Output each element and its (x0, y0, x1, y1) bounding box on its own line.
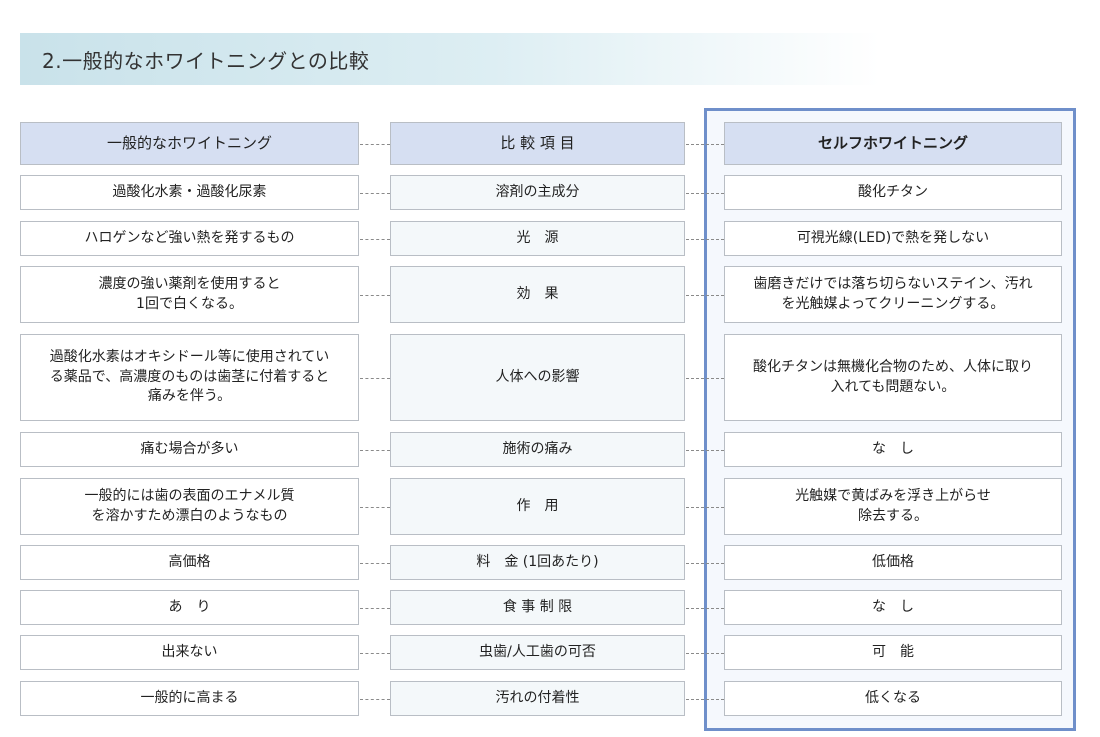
cell-self: 酸化チタンは無機化合物のため、人体に取り 入れても問題ない。 (724, 334, 1062, 421)
header-general: 一般的なホワイトニング (20, 122, 359, 165)
connector-line (360, 506, 390, 508)
cell-item: 料 金 (1回あたり) (390, 545, 685, 580)
cell-self: な し (724, 590, 1062, 625)
cell-general: 過酸化水素はオキシドール等に使用されてい る薬品で、高濃度のものは歯茎に付着する… (20, 334, 359, 421)
cell-item: 虫歯/人工歯の可否 (390, 635, 685, 670)
section-title: 2.一般的なホワイトニングとの比較 (42, 48, 370, 73)
connector-line (686, 607, 724, 609)
cell-general: 過酸化水素・過酸化尿素 (20, 175, 359, 210)
connector-line (686, 294, 724, 296)
connector-line (360, 238, 390, 240)
cell-general: 痛む場合が多い (20, 432, 359, 467)
cell-general: 濃度の強い薬剤を使用すると 1回で白くなる。 (20, 266, 359, 323)
cell-self: 酸化チタン (724, 175, 1062, 210)
cell-self: 低価格 (724, 545, 1062, 580)
cell-self: 歯磨きだけでは落ち切らないステイン、汚れ を光触媒よってクリーニングする。 (724, 266, 1062, 323)
section-title-bar: 2.一般的なホワイトニングとの比較 (20, 33, 880, 85)
cell-item: 食 事 制 限 (390, 590, 685, 625)
cell-general: 一般的に高まる (20, 681, 359, 716)
cell-item: 施術の痛み (390, 432, 685, 467)
header-self: セルフホワイトニング (724, 122, 1062, 165)
connector-line (686, 238, 724, 240)
cell-self: 可 能 (724, 635, 1062, 670)
connector-line (686, 652, 724, 654)
connector-line (686, 506, 724, 508)
connector-line (360, 294, 390, 296)
connector-line (686, 449, 724, 451)
connector-line (686, 562, 724, 564)
cell-general: ハロゲンなど強い熱を発するもの (20, 221, 359, 256)
cell-self: 光触媒で黄ばみを浮き上がらせ 除去する。 (724, 478, 1062, 535)
connector-line (360, 143, 390, 145)
connector-line (360, 652, 390, 654)
cell-general: 高価格 (20, 545, 359, 580)
cell-item: 作 用 (390, 478, 685, 535)
cell-general: 出来ない (20, 635, 359, 670)
cell-self: な し (724, 432, 1062, 467)
cell-item: 汚れの付着性 (390, 681, 685, 716)
cell-general: あ り (20, 590, 359, 625)
connector-line (686, 143, 724, 145)
connector-line (686, 698, 724, 700)
cell-item: 溶剤の主成分 (390, 175, 685, 210)
connector-line (360, 562, 390, 564)
connector-line (686, 377, 724, 379)
header-item: 比 較 項 目 (390, 122, 685, 165)
cell-item: 光 源 (390, 221, 685, 256)
connector-line (360, 192, 390, 194)
cell-item: 人体への影響 (390, 334, 685, 421)
connector-line (360, 377, 390, 379)
connector-line (360, 698, 390, 700)
cell-self: 可視光線(LED)で熱を発しない (724, 221, 1062, 256)
cell-self: 低くなる (724, 681, 1062, 716)
connector-line (686, 192, 724, 194)
connector-line (360, 449, 390, 451)
cell-item: 効 果 (390, 266, 685, 323)
cell-general: 一般的には歯の表面のエナメル質 を溶かすため漂白のようなもの (20, 478, 359, 535)
connector-line (360, 607, 390, 609)
